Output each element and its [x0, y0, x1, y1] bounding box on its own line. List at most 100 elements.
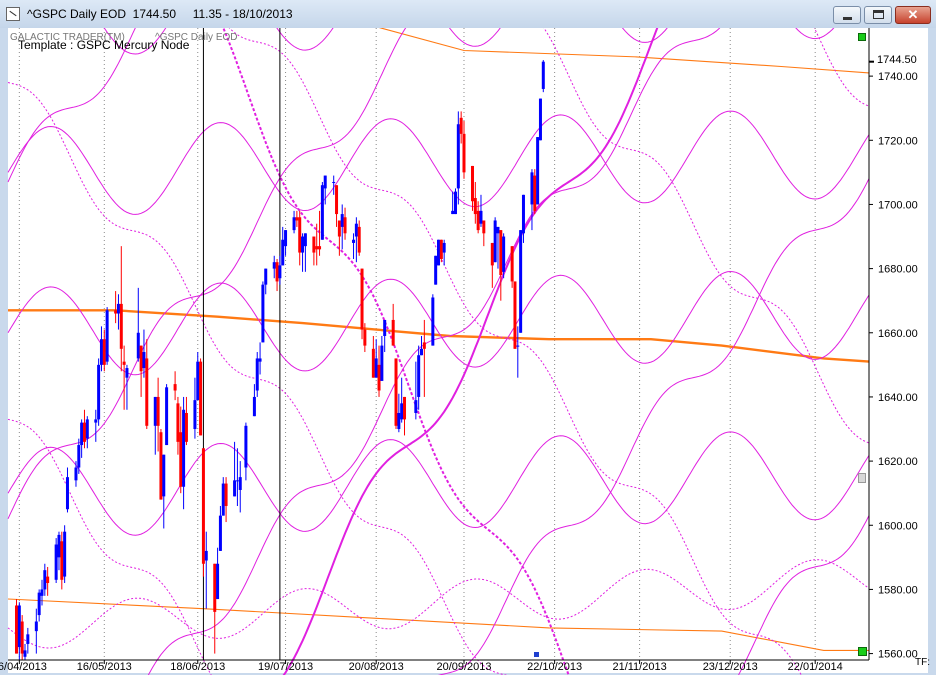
- date-tick-label: 16/04/2013: [0, 661, 47, 673]
- price-chart[interactable]: 1560.00 1580.00 1600.00 1620.00 1640.00 1660.…: [0, 28, 936, 675]
- price-tick-label: 1600.00: [878, 520, 918, 532]
- candle-up: [196, 361, 200, 401]
- candle-up: [521, 194, 525, 234]
- candle-down: [20, 621, 24, 654]
- candle-up: [340, 214, 344, 227]
- price-tick-label: 1640.00: [878, 392, 918, 404]
- candle-down: [145, 358, 149, 426]
- candle-up: [74, 467, 78, 481]
- candle-down: [122, 361, 126, 365]
- maximize-icon: [873, 10, 884, 19]
- candle-down: [318, 246, 322, 250]
- candle-up: [281, 239, 285, 266]
- candle-down: [482, 220, 486, 234]
- candle-down: [295, 217, 299, 221]
- candle-up: [116, 303, 120, 314]
- candle-down: [173, 384, 177, 391]
- candle-up: [94, 419, 98, 423]
- candle-down: [462, 133, 466, 173]
- scroll-handle[interactable]: [858, 473, 866, 483]
- minimize-button[interactable]: [833, 6, 861, 24]
- candle-down: [199, 361, 203, 436]
- candle-up: [431, 297, 435, 346]
- close-button[interactable]: ✕: [895, 6, 931, 24]
- candle-down: [476, 210, 480, 231]
- candle-down: [315, 246, 319, 250]
- candle-up: [142, 352, 146, 369]
- candle-up: [97, 364, 101, 420]
- candle-down: [363, 329, 367, 346]
- price-tick-label: 1660.00: [878, 328, 918, 340]
- candle-down: [403, 396, 407, 420]
- candle-up: [218, 515, 222, 551]
- candle-up: [63, 531, 67, 577]
- chart-corner-marker[interactable]: [858, 33, 866, 41]
- candle-up: [37, 592, 41, 616]
- price-tick-label: 1560.00: [878, 649, 918, 661]
- candle-up: [332, 181, 336, 183]
- candle-up: [301, 236, 305, 253]
- candle-down: [439, 239, 443, 259]
- candle-up: [414, 400, 418, 413]
- candle-down: [60, 541, 64, 580]
- candle-up: [320, 185, 324, 240]
- candle-down: [391, 319, 395, 346]
- candle-down: [335, 185, 339, 215]
- candle-down: [159, 432, 163, 500]
- price-scale-marker[interactable]: [858, 647, 867, 656]
- candle-up: [292, 217, 296, 231]
- candle-down: [473, 198, 477, 215]
- candle-up: [43, 570, 47, 590]
- timeframe-label[interactable]: TF:: [915, 657, 930, 668]
- candle-up: [261, 284, 265, 343]
- candle-up: [380, 345, 384, 381]
- minimize-icon: [843, 17, 852, 20]
- candle-down: [533, 175, 537, 211]
- candle-up: [221, 483, 225, 516]
- candle-up: [493, 220, 497, 263]
- candle-down: [156, 396, 160, 426]
- candle-up: [278, 265, 282, 279]
- candle-up: [323, 175, 327, 189]
- candle-down: [46, 576, 50, 584]
- candle-up: [136, 332, 140, 359]
- candle-down: [312, 236, 316, 253]
- candle-up: [193, 400, 197, 430]
- price-tick-label: 1740.00: [878, 71, 918, 83]
- candle-down: [224, 483, 228, 507]
- candle-down: [114, 310, 118, 314]
- candle-up: [26, 634, 30, 644]
- candle-up: [303, 233, 307, 247]
- candle-up: [182, 409, 186, 487]
- candle-down: [459, 117, 463, 134]
- candle-down: [499, 230, 503, 276]
- candle-up: [479, 210, 483, 224]
- candle-up: [99, 339, 103, 365]
- candle-up: [516, 345, 520, 347]
- candle-down: [201, 448, 205, 564]
- candle-down: [360, 268, 364, 330]
- candle-up: [57, 534, 61, 558]
- price-tick-label: 1700.00: [878, 199, 918, 211]
- candle-up: [77, 445, 81, 468]
- candle-down: [377, 364, 381, 391]
- maximize-button[interactable]: [864, 6, 892, 24]
- candle-up: [23, 650, 27, 657]
- candle-down: [394, 358, 398, 426]
- candle-down: [139, 345, 143, 372]
- candle-up: [272, 262, 276, 269]
- candle-up: [54, 544, 58, 580]
- candle-up: [258, 358, 262, 362]
- candle-up: [530, 172, 534, 205]
- price-tick-label: 1620.00: [878, 456, 918, 468]
- candle-down: [513, 281, 517, 349]
- candle-down: [371, 348, 375, 378]
- candle-down: [343, 217, 347, 234]
- window-titlebar: ^GSPC Daily EOD 1744.50 11.35 - 18/10/20…: [0, 0, 936, 28]
- candle-down: [298, 217, 302, 253]
- candle-up: [437, 239, 440, 266]
- candle-up: [162, 454, 166, 497]
- candle-up: [453, 191, 457, 215]
- chart-app-icon[interactable]: [6, 7, 20, 21]
- candle-up: [238, 477, 242, 490]
